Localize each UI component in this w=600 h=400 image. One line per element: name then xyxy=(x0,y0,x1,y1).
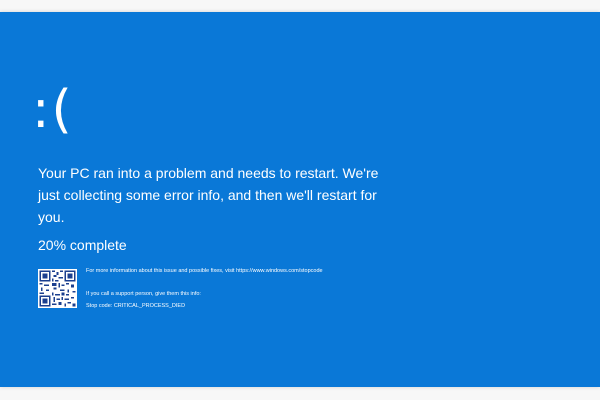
blue-screen: :( Your PC ran into a problem and needs … xyxy=(0,12,600,387)
error-message: Your PC ran into a problem and needs to … xyxy=(38,165,379,225)
qr-code-icon xyxy=(38,269,77,308)
screenshot-frame: :( Your PC ran into a problem and needs … xyxy=(0,0,600,400)
more-info-text: For more information about this issue an… xyxy=(86,268,323,274)
sad-face-emoticon: :( xyxy=(32,80,74,140)
stop-code-text: Stop code: CRITICAL_PROCESS_DIED xyxy=(86,303,186,309)
support-info-text: If you call a support person, give them … xyxy=(86,291,201,297)
progress-status: 20% complete xyxy=(38,237,127,253)
